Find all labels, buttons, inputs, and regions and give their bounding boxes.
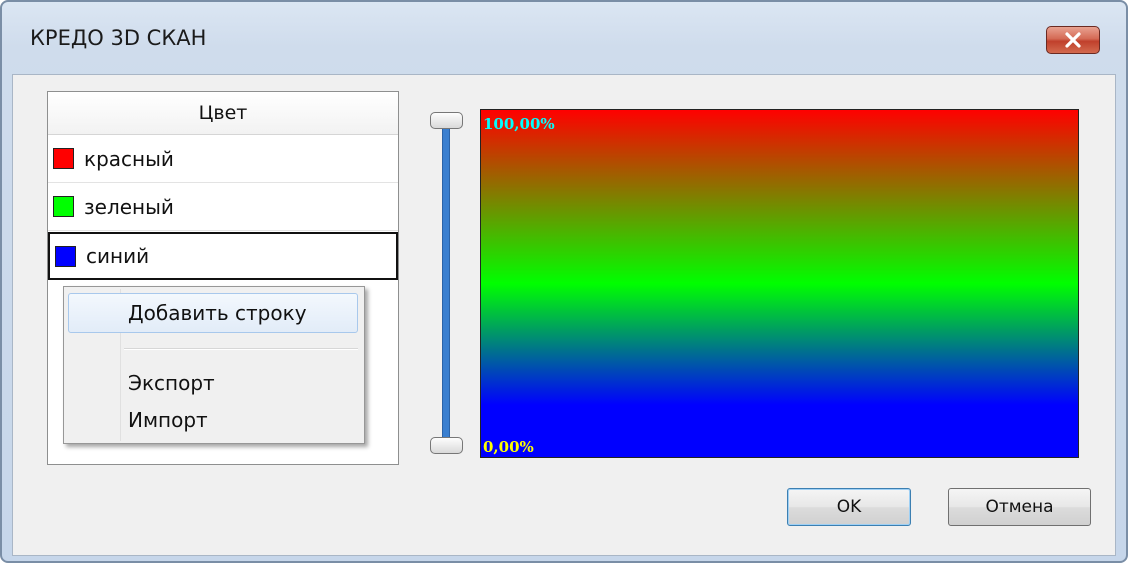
color-gradient-preview: 100,00% 0,00% [480,109,1079,458]
list-item-green[interactable]: зеленый [48,183,398,231]
close-icon [1065,32,1081,48]
menu-item-import[interactable]: Импорт [128,408,208,432]
context-menu: Добавить строку Экспорт Импорт [63,286,365,444]
ok-button[interactable]: OK [787,488,911,526]
color-column-header: Цвет [48,92,398,135]
gradient-bottom-label: 0,00% [483,438,534,456]
menu-item-add-row[interactable]: Добавить строку [128,301,307,325]
close-button[interactable] [1046,26,1100,54]
slider-track[interactable] [442,121,450,441]
slider-thumb-bottom[interactable] [430,437,463,454]
list-item-blue[interactable]: синий [48,232,398,280]
dialog-client-area: Цвет красный зеленый синий Добавить стро… [12,74,1116,556]
list-item-label: красный [84,146,174,171]
slider-thumb-top[interactable] [430,112,463,129]
menu-separator [124,348,358,350]
menu-item-export[interactable]: Экспорт [128,371,215,395]
list-item-label: синий [86,244,150,268]
gradient-top-label: 100,00% [483,115,555,133]
list-item-label: зеленый [84,194,174,219]
blue-swatch [55,245,76,267]
list-item-red[interactable]: красный [48,135,398,183]
dialog-window: КРЕДО 3D СКАН Цвет красный зеленый синий [0,0,1128,563]
green-swatch [53,196,74,217]
cancel-button[interactable]: Отмена [948,488,1091,526]
window-title: КРЕДО 3D СКАН [30,26,207,50]
red-swatch [53,148,74,169]
